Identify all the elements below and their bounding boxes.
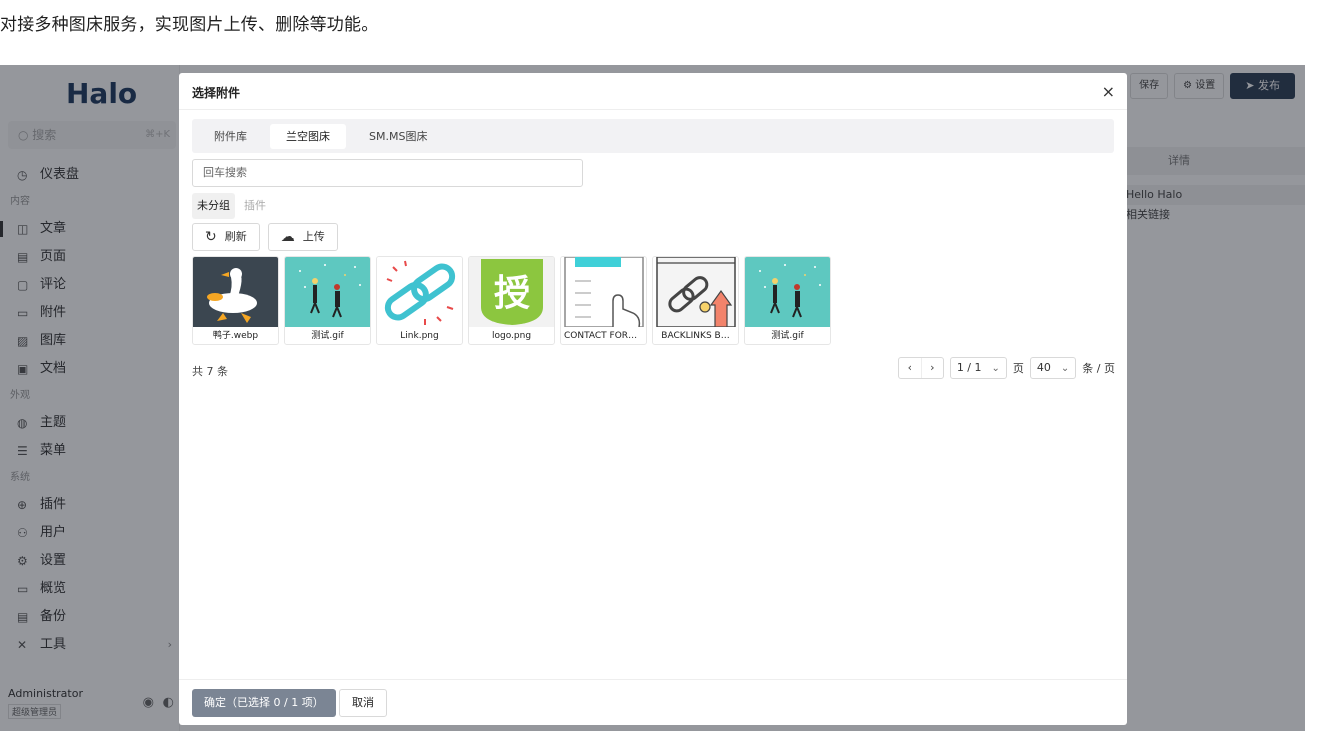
attachment-name: Link.png: [400, 331, 439, 341]
attachment-name: 鸭子.webp: [212, 331, 259, 341]
attachment-name: logo.png: [491, 331, 532, 341]
attachment-card[interactable]: 鸭子.webp: [192, 256, 279, 345]
tab-attachment-library[interactable]: 附件库: [198, 124, 263, 149]
provider-tabs: 附件库 兰空图床 SM.MS图床: [192, 119, 1114, 153]
attachment-card[interactable]: 测试.gif: [284, 256, 371, 345]
contact-form-image: [564, 257, 644, 327]
chevron-down-icon: ⌄: [991, 363, 1000, 374]
backlinks-image: [656, 257, 736, 327]
page-size-select[interactable]: 40 ⌄: [1029, 357, 1077, 379]
halo-console: Halo ○ 搜索 ⌘+K ◷ 仪表盘 内容 ◫ 文章 ▤ 页面 ▢ 评论 ▭ 附件 ▨ 图…: [0, 65, 1305, 731]
modal-footer: 确定（已选择 0 / 1 项） 取消: [179, 679, 1127, 725]
duck-thumbnail: [193, 257, 278, 327]
attachment-card[interactable]: 授 logo.png: [468, 256, 555, 345]
tab-smms[interactable]: SM.MS图床: [353, 124, 443, 149]
close-icon[interactable]: ×: [1102, 82, 1115, 101]
chain-thumbnail: [377, 257, 462, 327]
duck-image: [207, 268, 257, 323]
attachment-card[interactable]: BACKLINKS B…: [652, 256, 739, 345]
chevron-left-icon[interactable]: ‹: [899, 358, 921, 378]
page-select[interactable]: 1 / 1 ⌄: [949, 357, 1007, 379]
page-unit-label: 页: [1012, 362, 1024, 375]
logo-image: 授: [481, 259, 543, 325]
attachment-card[interactable]: 测试.gif: [744, 256, 831, 345]
festive-thumbnail: [745, 257, 830, 327]
attachment-card[interactable]: CONTACT FORM…: [560, 256, 647, 345]
attachment-name: 测试.gif: [311, 331, 344, 341]
modal-title: 选择附件: [192, 86, 241, 100]
backlinks-thumbnail: [653, 257, 738, 327]
confirm-button[interactable]: 确定（已选择 0 / 1 项）: [192, 689, 336, 717]
tab-lsky-pro[interactable]: 兰空图床: [270, 124, 346, 149]
page-caption: 对接多种图床服务，实现图片上传、删除等功能。: [0, 15, 379, 35]
refresh-icon: ↻: [205, 229, 217, 245]
modal-header: 选择附件 ×: [179, 73, 1127, 110]
pagination: ‹ › 1 / 1 ⌄ 页 40 ⌄ 条 / 页: [897, 357, 1115, 379]
album-groups: 未分组 插件: [192, 193, 271, 219]
chain-link-image: [384, 260, 456, 325]
contact-thumbnail: [561, 257, 646, 327]
festive-image: [759, 264, 821, 318]
page-nav: ‹ ›: [897, 357, 944, 379]
attachment-actions: ↻ 刷新 ☁ 上传: [192, 223, 338, 251]
total-count: 共 7 条: [192, 365, 228, 378]
cloud-upload-icon: ☁: [280, 229, 295, 245]
attachment-grid: 鸭子.webp 测试.gif Link.png 授 logo.png CONTA…: [192, 256, 831, 345]
group-plugins[interactable]: 插件: [239, 193, 271, 219]
attachment-name: 测试.gif: [771, 331, 804, 341]
attachment-card[interactable]: Link.png: [376, 256, 463, 345]
festive-image: [299, 264, 361, 318]
logo-thumbnail: 授: [469, 257, 554, 327]
chevron-down-icon: ⌄: [1060, 363, 1070, 374]
refresh-button[interactable]: ↻ 刷新: [192, 223, 260, 251]
attachment-selector-modal: 选择附件 × 附件库 兰空图床 SM.MS图床 回车搜索 未分组 插件 ↻ 刷新 …: [179, 73, 1127, 725]
group-ungrouped[interactable]: 未分组: [192, 193, 235, 219]
festive-thumbnail: [285, 257, 370, 327]
cancel-button[interactable]: 取消: [339, 689, 387, 717]
attachment-name: CONTACT FORM…: [564, 331, 645, 341]
attachment-name: BACKLINKS B…: [661, 331, 730, 341]
upload-button[interactable]: ☁ 上传: [267, 223, 338, 251]
chevron-right-icon[interactable]: ›: [920, 358, 943, 378]
logo-glyph: 授: [494, 273, 530, 314]
page-size-unit-label: 条 / 页: [1082, 362, 1115, 375]
search-input[interactable]: 回车搜索: [192, 159, 583, 187]
